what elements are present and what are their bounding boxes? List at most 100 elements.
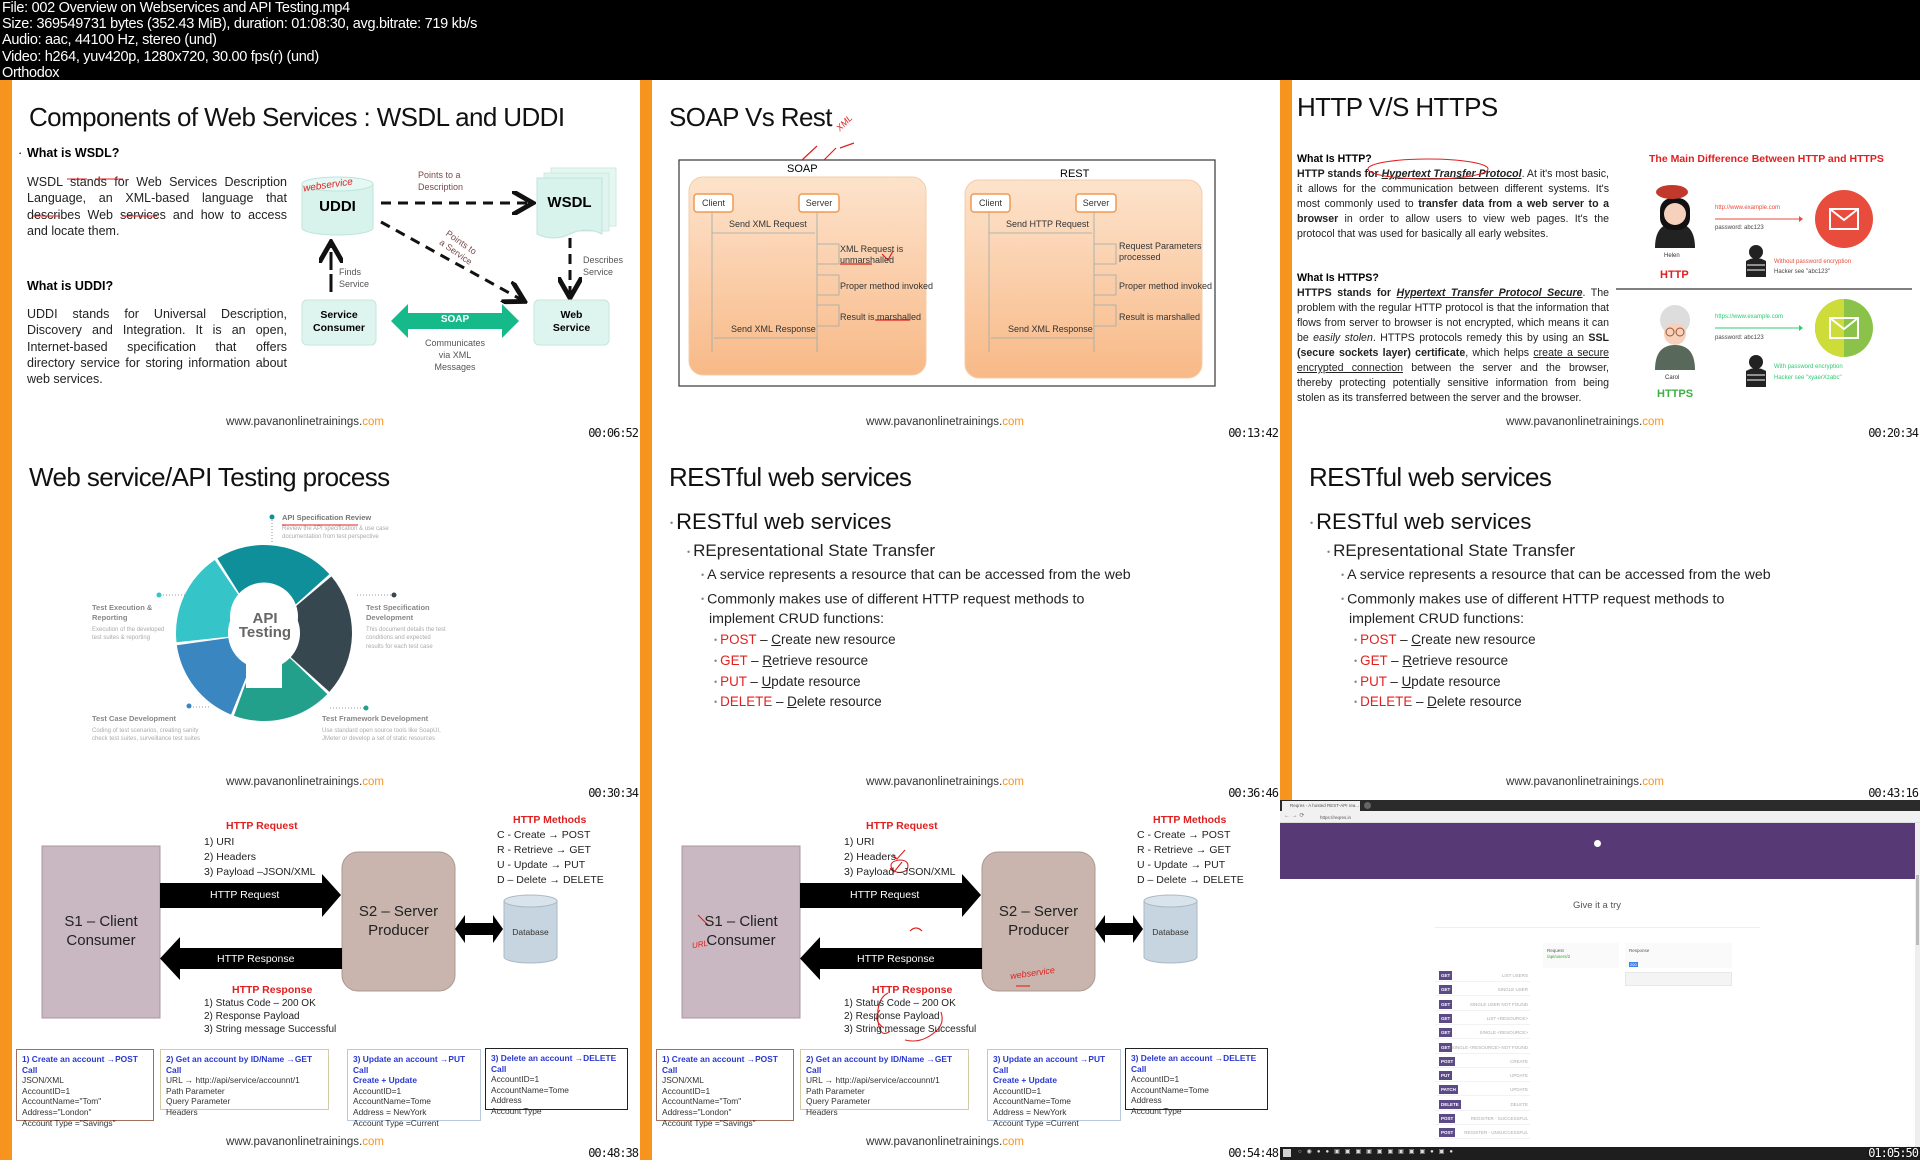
- thumbnail-restful-1[interactable]: RESTful web services • RESTful web servic…: [640, 440, 1280, 800]
- server-label: S2 – Server Producer: [358, 903, 439, 939]
- windows-start-icon[interactable]: [1283, 1149, 1291, 1157]
- endpoint-label: LIST USERS: [1501, 973, 1528, 978]
- response-arrow-label: HTTP Response: [217, 953, 295, 965]
- response-arrow-label: HTTP Response: [857, 953, 935, 965]
- rest-server: Server: [1082, 198, 1110, 208]
- api-testing-center-label: API Testing: [238, 610, 292, 641]
- method-put: • PUT – Update resource: [714, 674, 861, 689]
- method-badge: GET: [1439, 999, 1453, 1009]
- scrollbar[interactable]: [1915, 823, 1920, 1147]
- endpoint-label: UPDATE: [1510, 1087, 1528, 1093]
- footer-url: www.pavanonlinetrainings.com: [866, 416, 1024, 428]
- soap-client: Client: [701, 198, 725, 208]
- new-tab-button[interactable]: [1364, 802, 1371, 809]
- helen-name: Helen: [1664, 253, 1680, 259]
- audio-info: Audio: aac, 44100 Hz, stereo (und): [2, 32, 217, 49]
- crud-method-map: C - Create → POST R - Retrieve → GET U - U…: [497, 829, 604, 886]
- divider: [1435, 927, 1760, 928]
- method-put: • PUT – Update resource: [1354, 674, 1501, 689]
- step-desc: Execution of the developed test suites & …: [92, 627, 165, 642]
- address-bar[interactable]: https://reqres.in: [1320, 814, 1820, 821]
- http-request-heading: HTTP Request: [226, 820, 298, 832]
- step-api-spec-review: API Specification Review: [282, 513, 372, 522]
- figure-title: The Main Difference Between HTTP and HTT…: [1649, 153, 1884, 165]
- step-desc: Review the API specification & use case d…: [282, 526, 389, 540]
- timestamp: 00:13:42: [1228, 426, 1279, 440]
- bullet-level-1: • RESTful web services: [1310, 509, 1532, 534]
- timestamp: 00:20:34: [1868, 426, 1919, 440]
- thumbnail-http-vs-https[interactable]: HTTP V/S HTTPS What Is HTTP? HTTP stands…: [1280, 80, 1920, 440]
- method-badge: PUT: [1439, 1071, 1452, 1081]
- timestamp: 00:06:52: [588, 426, 639, 440]
- http-request-parts: 1) URI 2) Headers 3) Payload –JSON/XML: [204, 836, 316, 878]
- thumbnail-soap-vs-rest[interactable]: SOAP Vs Rest XML SOAP REST Client Server…: [640, 80, 1280, 440]
- scrollbar-thumb[interactable]: [1916, 875, 1919, 945]
- soap-heading: SOAP: [787, 163, 818, 175]
- request-panel: Request /api/users/2: [1543, 943, 1619, 968]
- example-box-put: 3) Update an account →PUT Call Create + U…: [987, 1049, 1121, 1128]
- describes-service-label: Describes Service: [583, 255, 624, 277]
- carol-name: Carol: [1665, 375, 1680, 381]
- timestamp: 01:05:50: [1868, 1146, 1919, 1160]
- step-test-spec-development: Test Specification Development: [366, 603, 430, 622]
- soap-label: SOAP: [440, 314, 470, 325]
- reqres-logo-icon: [1594, 840, 1601, 847]
- http-methods-heading: HTTP Methods: [513, 814, 587, 826]
- response-body-textarea[interactable]: [1625, 972, 1732, 986]
- rest-send-response: Send XML Response: [1008, 324, 1093, 334]
- http-methods-heading: HTTP Methods: [1153, 814, 1227, 826]
- step-test-framework-development: Test Framework Development: [322, 714, 429, 723]
- request-arrow-label: HTTP Request: [850, 889, 920, 901]
- carol-avatar-icon: [1655, 305, 1695, 370]
- example-box-get: 2) Get an account by ID/Name →GET Call UR…: [160, 1049, 329, 1117]
- https-hacker-sees: Hacker see "xyaerXzabc": [1774, 375, 1842, 381]
- http-url: http://www.example.com: [1715, 205, 1781, 211]
- method-post: • POST – Create new resource: [714, 632, 896, 647]
- request-arrow-label: HTTP Request: [210, 889, 280, 901]
- https-label: HTTPS: [1657, 388, 1694, 400]
- section-heading: Give it a try: [1572, 900, 1622, 911]
- method-badge: POST: [1439, 1056, 1456, 1066]
- database-label: Database: [1152, 927, 1189, 937]
- thumbnail-wsdl-uddi[interactable]: Components of Web Services : WSDL and UD…: [0, 80, 640, 440]
- points-to-description-label: Points to a Description: [418, 170, 464, 192]
- bullet-level-3: • Commonly makes use of different HTTP re…: [1341, 591, 1725, 628]
- thumbnail-http-flow-1[interactable]: S1 – Client Consumer S2 – Server Producer …: [0, 800, 640, 1160]
- method-delete: • DELETE – Delete resource: [714, 694, 882, 709]
- soap-step-unmarshal: XML Request is unmarshalled: [840, 244, 904, 265]
- http-request-parts: 1) URI 2) Headers 3) Payload –JSON/XML: [844, 836, 956, 878]
- thumbnail-restful-2[interactable]: RESTful web services • RESTful web servic…: [1280, 440, 1920, 800]
- web-service-label: Web Service: [552, 309, 591, 334]
- thumbnail-api-testing-process[interactable]: Web service/API Testing process API Testi…: [0, 440, 640, 800]
- timestamp: 00:48:38: [588, 1146, 639, 1160]
- nav-back-forward-reload-icons[interactable]: ← → ⟳: [1284, 812, 1304, 819]
- rest-step-marshal: Result is marshalled: [1119, 312, 1201, 322]
- endpoint-label: SINGLE <RESOURCE> NOT FOUND: [1451, 1044, 1528, 1050]
- finds-service-label: Finds Service: [339, 267, 370, 289]
- example-box-post: 1) Create an account →POST Call JSON/XML A…: [656, 1049, 794, 1128]
- method-badge: GET: [1439, 1028, 1453, 1038]
- soap-server: Server: [805, 198, 833, 208]
- client-label: S1 – Client Consumer: [64, 913, 138, 949]
- http-response-heading: HTTP Response: [872, 984, 953, 996]
- https-note: With password encryption: [1774, 364, 1843, 370]
- accent-bar: [640, 440, 652, 800]
- timestamp: 00:54:48: [1228, 1146, 1279, 1160]
- method-badge: GET: [1439, 1013, 1453, 1023]
- http-response-heading: HTTP Response: [232, 984, 313, 996]
- helen-avatar-icon: [1655, 185, 1695, 248]
- endpoint-label: REGISTER - SUCCESSFUL: [1470, 1116, 1528, 1121]
- browser-tab[interactable]: Reqres - A hosted REST-API rea...: [1282, 801, 1360, 811]
- response-panel: Response 200: [1625, 943, 1732, 968]
- taskbar-app-icons[interactable]: ○◉●●▣▣▣▣▣▣▣▣▣●▣●: [1298, 1148, 1458, 1155]
- timestamp: 00:43:16: [1868, 786, 1919, 800]
- thumbnail-http-flow-2[interactable]: S1 – Client Consumer S2 – Server Producer …: [640, 800, 1280, 1160]
- bullet-level-2: • REpresentational State Transfer: [687, 541, 936, 560]
- method-badge: GET: [1439, 1042, 1453, 1052]
- method-badge: PATCH: [1439, 1085, 1458, 1095]
- step-desc: This document details the test conditions…: [366, 627, 446, 650]
- crud-method-map: C - Create → POST R - Retrieve → GET U - U…: [1137, 829, 1244, 886]
- thumbnail-reqres-browser[interactable]: Reqres - A hosted REST-API rea... ← → ⟳ …: [1280, 800, 1920, 1160]
- http-request-heading: HTTP Request: [866, 820, 938, 832]
- footer-url: www.pavanonlinetrainings.com: [226, 776, 384, 788]
